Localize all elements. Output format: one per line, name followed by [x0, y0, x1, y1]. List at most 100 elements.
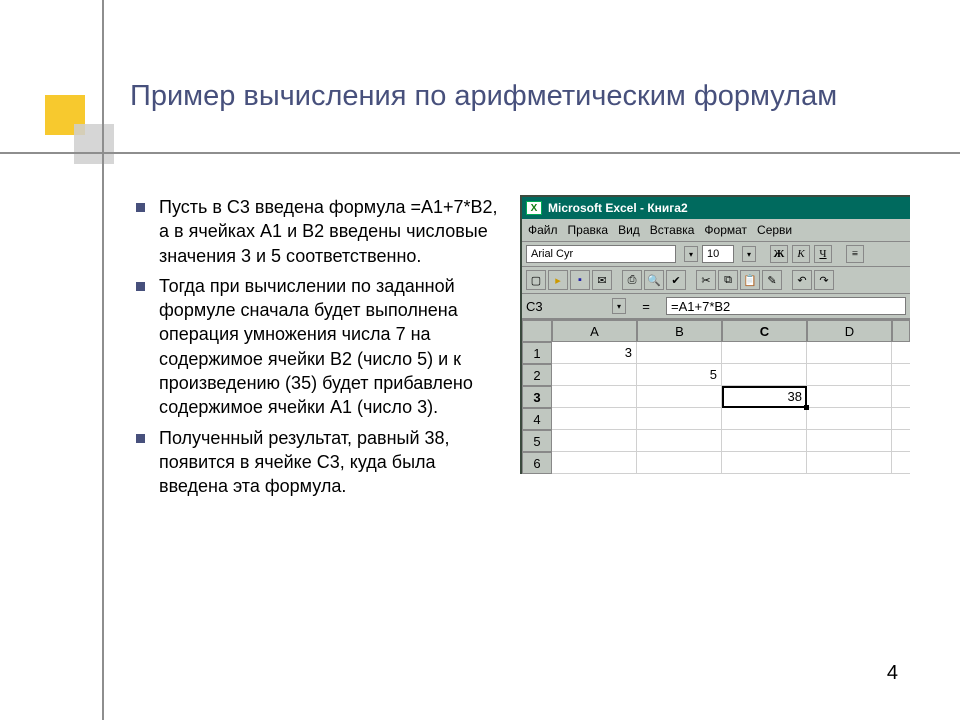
cell-edge: [892, 386, 910, 408]
menu-edit[interactable]: Правка: [568, 223, 609, 237]
row-header[interactable]: 2: [522, 364, 552, 386]
redo-icon[interactable]: ↷: [814, 270, 834, 290]
cell[interactable]: [552, 364, 637, 386]
bullet-icon: [136, 434, 145, 443]
cell[interactable]: [807, 386, 892, 408]
cell[interactable]: [722, 452, 807, 474]
cell-edge: [892, 430, 910, 452]
cell[interactable]: [637, 430, 722, 452]
cut-icon[interactable]: ✂: [696, 270, 716, 290]
cell[interactable]: [552, 452, 637, 474]
column-header[interactable]: A: [552, 320, 637, 342]
new-file-icon[interactable]: ▢: [526, 270, 546, 290]
preview-icon[interactable]: 🔍: [644, 270, 664, 290]
bullet-text: Полученный результат, равный 38, появитс…: [159, 426, 506, 499]
column-header-edge: [892, 320, 910, 342]
cell[interactable]: [722, 342, 807, 364]
print-icon[interactable]: ⎙: [622, 270, 642, 290]
bullet-text: Пусть в С3 введена формула =А1+7*В2, а в…: [159, 195, 506, 268]
select-all-corner[interactable]: [522, 320, 552, 342]
chevron-down-icon[interactable]: ▾: [612, 298, 626, 314]
decor-grey-square: [74, 124, 114, 164]
menu-view[interactable]: Вид: [618, 223, 640, 237]
spellcheck-icon[interactable]: ✔: [666, 270, 686, 290]
font-size-value: 10: [707, 248, 719, 260]
cell[interactable]: [552, 430, 637, 452]
cell[interactable]: [807, 342, 892, 364]
mail-icon[interactable]: ✉: [592, 270, 612, 290]
italic-button[interactable]: К: [792, 245, 810, 263]
page-number: 4: [887, 662, 898, 685]
save-icon[interactable]: ▪: [570, 270, 590, 290]
cell[interactable]: [637, 386, 722, 408]
formula-bar: C3 ▾ = =A1+7*B2: [522, 294, 910, 320]
open-file-icon[interactable]: ▸: [548, 270, 568, 290]
cell[interactable]: [722, 430, 807, 452]
slide-title: Пример вычисления по арифметическим форм…: [130, 78, 890, 114]
menu-format[interactable]: Формат: [704, 223, 747, 237]
cell[interactable]: [807, 452, 892, 474]
format-painter-icon[interactable]: ✎: [762, 270, 782, 290]
cell[interactable]: [637, 342, 722, 364]
cell-edge: [892, 408, 910, 430]
row-header[interactable]: 3: [522, 386, 552, 408]
excel-window: X Microsoft Excel - Книга2 Файл Правка В…: [520, 195, 910, 474]
bullet-text: Тогда при вычислении по заданной формуле…: [159, 274, 506, 420]
formula-value: =A1+7*B2: [671, 299, 730, 314]
bullet-item: Пусть в С3 введена формула =А1+7*В2, а в…: [136, 195, 506, 268]
excel-menu-bar: Файл Правка Вид Вставка Формат Серви: [522, 219, 910, 242]
cell[interactable]: 5: [637, 364, 722, 386]
decor-horizontal-line: [0, 152, 960, 154]
bullet-item: Полученный результат, равный 38, появитс…: [136, 426, 506, 499]
spreadsheet-grid: ABCD1325338456: [522, 320, 910, 474]
menu-insert[interactable]: Вставка: [650, 223, 695, 237]
row-header[interactable]: 6: [522, 452, 552, 474]
equals-label: =: [636, 299, 656, 314]
font-size-dropdown[interactable]: 10: [702, 245, 734, 263]
bullet-icon: [136, 282, 145, 291]
row-header[interactable]: 4: [522, 408, 552, 430]
slide: Пример вычисления по арифметическим форм…: [0, 0, 960, 720]
copy-icon[interactable]: ⧉: [718, 270, 738, 290]
cell[interactable]: 3: [552, 342, 637, 364]
cell[interactable]: [807, 430, 892, 452]
formula-input[interactable]: =A1+7*B2: [666, 297, 906, 315]
excel-window-title: Microsoft Excel - Книга2: [548, 201, 688, 215]
cell[interactable]: [807, 408, 892, 430]
excel-standard-toolbar: ▢ ▸ ▪ ✉ ⎙ 🔍 ✔ ✂ ⧉ 📋 ✎ ↶ ↷: [522, 267, 910, 294]
excel-logo-icon: X: [526, 201, 542, 215]
bullet-item: Тогда при вычислении по заданной формуле…: [136, 274, 506, 420]
paste-icon[interactable]: 📋: [740, 270, 760, 290]
chevron-down-icon[interactable]: ▾: [742, 246, 756, 262]
column-header[interactable]: C: [722, 320, 807, 342]
font-name-value: Arial Cyr: [531, 248, 573, 260]
cell[interactable]: [552, 408, 637, 430]
cell-edge: [892, 342, 910, 364]
cell[interactable]: [722, 408, 807, 430]
undo-icon[interactable]: ↶: [792, 270, 812, 290]
column-header[interactable]: D: [807, 320, 892, 342]
body-text: Пусть в С3 введена формула =А1+7*В2, а в…: [136, 195, 506, 505]
row-header[interactable]: 1: [522, 342, 552, 364]
bold-button[interactable]: Ж: [770, 245, 788, 263]
name-box[interactable]: C3 ▾: [526, 298, 626, 314]
menu-file[interactable]: Файл: [528, 223, 558, 237]
cell[interactable]: [722, 364, 807, 386]
chevron-down-icon[interactable]: ▾: [684, 246, 698, 262]
align-left-button[interactable]: ≡: [846, 245, 864, 263]
column-header[interactable]: B: [637, 320, 722, 342]
cell[interactable]: [807, 364, 892, 386]
excel-titlebar: X Microsoft Excel - Книга2: [522, 197, 910, 219]
underline-button[interactable]: Ч: [814, 245, 832, 263]
font-name-dropdown[interactable]: Arial Cyr: [526, 245, 676, 263]
row-header[interactable]: 5: [522, 430, 552, 452]
cell[interactable]: 38: [722, 386, 807, 408]
name-box-value: C3: [526, 299, 543, 314]
decor-vertical-line: [102, 0, 104, 720]
menu-service[interactable]: Серви: [757, 223, 792, 237]
cell[interactable]: [637, 452, 722, 474]
cell[interactable]: [637, 408, 722, 430]
cell[interactable]: [552, 386, 637, 408]
cell-edge: [892, 364, 910, 386]
bullet-icon: [136, 203, 145, 212]
